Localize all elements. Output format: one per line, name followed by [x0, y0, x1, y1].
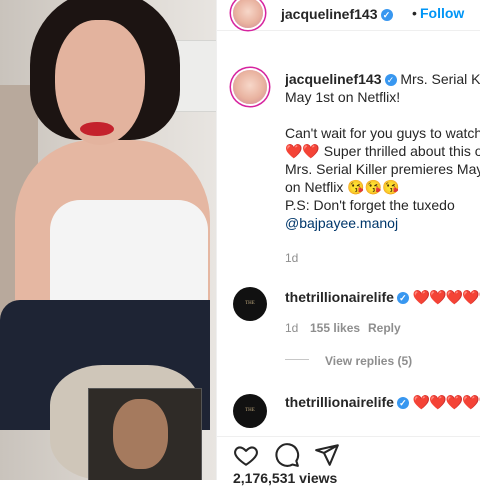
- caption-line-0: Mrs. Serial Kil: [400, 71, 480, 87]
- view-count[interactable]: 2,176,531 views: [233, 470, 337, 486]
- comment-verified-icon: ✓: [396, 397, 409, 409]
- author-avatar[interactable]: [233, 0, 263, 28]
- send-icon[interactable]: [314, 442, 340, 468]
- post-header: jacquelinef143 ✓ • Follow: [217, 0, 480, 31]
- author-username[interactable]: jacquelinef143 ✓: [281, 6, 393, 22]
- commenter-avatar-text: THE TRILLIONAIRE LIFE: [245, 408, 255, 413]
- author-username-text[interactable]: jacquelinef143: [281, 6, 378, 22]
- comment-reply-button[interactable]: Reply: [368, 321, 401, 335]
- comment-icon[interactable]: [274, 442, 300, 468]
- caption-username[interactable]: jacquelinef143: [285, 71, 382, 87]
- caption-line-4: ❤️❤️ Super thrilled about this on: [285, 143, 480, 159]
- caption-line-6: on Netflix 😘😘😘: [285, 179, 400, 195]
- caption-line-5: Mrs. Serial Killer premieres May: [285, 161, 480, 177]
- caption-line-2: [285, 106, 480, 124]
- comment-text: ❤️❤️❤️❤️❤️: [412, 394, 480, 410]
- post-media[interactable]: [0, 0, 216, 480]
- comment-1: thetrillionairelife✓ ❤️❤️❤️❤️❤️: [285, 289, 480, 306]
- post-side-panel: jacquelinef143 ✓ • Follow jacquelinef143 ✓…: [216, 0, 480, 486]
- commenter-avatar-text: THE TRILLIONAIRE LIFE: [245, 301, 255, 306]
- media-inset-face: [113, 399, 168, 469]
- comment-age[interactable]: 1d: [285, 321, 298, 335]
- caption-line-1: May 1st on Netflix!: [285, 89, 401, 105]
- view-replies-button[interactable]: View replies (5): [325, 354, 412, 368]
- verified-badge-icon: ✓: [380, 9, 393, 21]
- caption-line-3: Can't wait for you guys to watch: [285, 125, 480, 141]
- header-separator: •: [412, 5, 417, 21]
- caption-age[interactable]: 1d: [285, 251, 298, 265]
- commenter-avatar[interactable]: THE TRILLIONAIRE LIFE: [233, 287, 267, 321]
- commenter-avatar[interactable]: THE TRILLIONAIRE LIFE: [233, 394, 267, 428]
- comment-username[interactable]: thetrillionairelife: [285, 289, 394, 305]
- caption-verified-icon: ✓: [384, 74, 397, 86]
- caption-line-7: P.S: Don't forget the tuxedo: [285, 197, 455, 213]
- mention-link[interactable]: @bajpayee.manoj: [285, 215, 398, 231]
- comment-likes[interactable]: 155 likes: [310, 321, 360, 335]
- post-caption: jacquelinef143 ✓ Mrs. Serial Kil May 1st …: [285, 70, 480, 232]
- media-inset-video: [88, 388, 202, 480]
- comment-verified-icon: ✓: [396, 292, 409, 304]
- replies-divider: [285, 359, 309, 360]
- comment-2: thetrillionairelife✓ ❤️❤️❤️❤️❤️: [285, 394, 480, 411]
- media-person-lips: [80, 122, 114, 136]
- comment-username[interactable]: thetrillionairelife: [285, 394, 394, 410]
- follow-button[interactable]: Follow: [420, 5, 464, 21]
- heart-icon[interactable]: [233, 442, 259, 468]
- caption-avatar[interactable]: [233, 70, 267, 104]
- comment-text: ❤️❤️❤️❤️❤️: [412, 289, 480, 305]
